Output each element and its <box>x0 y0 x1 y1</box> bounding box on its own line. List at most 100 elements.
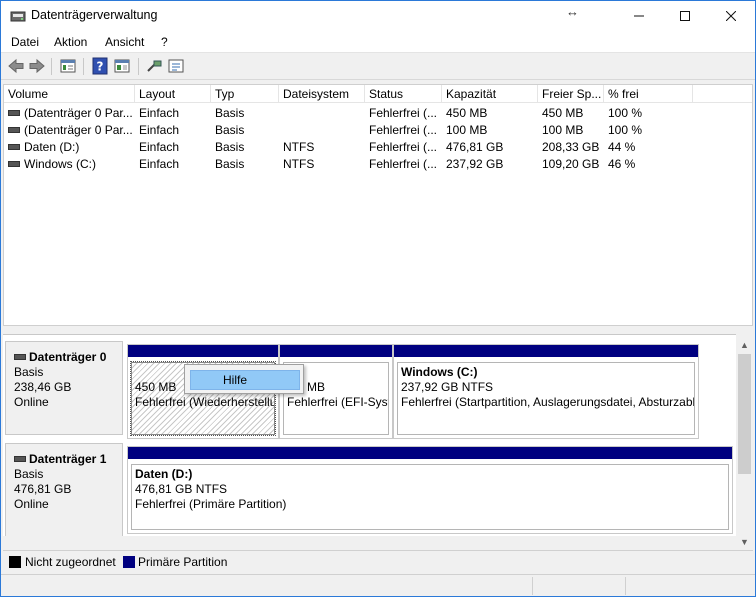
disk-pane-scrollbar[interactable]: ▲ ▼ <box>736 337 753 551</box>
column-header-layout[interactable]: Layout <box>135 85 211 103</box>
legend-swatch-primary <box>123 556 135 568</box>
window-title: Datenträgerverwaltung <box>31 8 158 22</box>
legend-label-unallocated: Nicht zugeordnet <box>25 555 116 569</box>
volume-cell: Windows (C:) <box>8 157 133 171</box>
layout-cell: Einfach <box>139 157 180 171</box>
menu-aktion[interactable]: Aktion <box>54 35 87 49</box>
disk-label-0[interactable]: Datenträger 0 Basis 238,46 GB Online <box>5 341 123 435</box>
partition-body: Daten (D:) 476,81 GB NTFS Fehlerfrei (Pr… <box>131 464 729 530</box>
connect-icon[interactable] <box>145 57 163 75</box>
status-segment <box>625 577 626 595</box>
typ-cell: Basis <box>215 140 245 154</box>
typ-cell: Basis <box>215 157 245 171</box>
kapazitaet-cell: 476,81 GB <box>446 140 504 154</box>
app-window: Datenträgerverwaltung ↔ Datei Aktion Ans… <box>0 0 756 597</box>
dateisystem-cell: NTFS <box>283 157 315 171</box>
scroll-down-icon[interactable]: ▼ <box>736 534 753 551</box>
title-bar: Datenträgerverwaltung ↔ <box>1 1 755 31</box>
layout-cell: Einfach <box>139 106 180 120</box>
maximize-button[interactable] <box>662 1 708 31</box>
volume-cell: (Datenträger 0 Par... <box>8 123 133 137</box>
table-row[interactable]: (Datenträger 0 Par... Einfach Basis Fehl… <box>4 122 752 139</box>
disk-size: 476,81 GB <box>14 482 72 496</box>
disk-icon <box>14 353 26 360</box>
prozent-frei-cell: 46 % <box>608 157 636 171</box>
freier-speicher-cell: 450 MB <box>542 106 584 120</box>
column-header-volume[interactable]: Volume <box>4 85 135 103</box>
freier-speicher-cell: 100 MB <box>542 123 584 137</box>
legend: Nicht zugeordnet Primäre Partition <box>3 550 753 572</box>
volume-list-header: Volume Layout Typ Dateisystem Status Kap… <box>4 85 752 103</box>
column-header-dateisystem[interactable]: Dateisystem <box>279 85 365 103</box>
disk-label-1[interactable]: Datenträger 1 Basis 476,81 GB Online <box>5 443 123 536</box>
partition-color-bar <box>394 345 698 357</box>
help-icon[interactable]: ? <box>91 57 109 75</box>
kapazitaet-cell: 450 MB <box>446 106 488 120</box>
disk-graphical-view: Datenträger 0 Basis 238,46 GB Online 450… <box>3 334 736 536</box>
volume-cell: (Datenträger 0 Par... <box>8 106 133 120</box>
column-header-status[interactable]: Status <box>365 85 442 103</box>
partition-name: Windows (C:) <box>401 365 478 379</box>
legend-label-primary: Primäre Partition <box>138 555 228 569</box>
disk-type: Basis <box>14 467 44 481</box>
partition-status: Fehlerfrei (Startpartition, Auslagerungs… <box>401 395 695 409</box>
partition-color-bar <box>128 345 278 357</box>
close-button[interactable] <box>708 1 754 31</box>
menu-bar: Datei Aktion Ansicht ? <box>1 31 755 53</box>
column-header-prozent-frei[interactable]: % frei <box>604 85 693 103</box>
settings-list-icon[interactable] <box>167 57 185 75</box>
console-tree-icon[interactable] <box>113 57 131 75</box>
scroll-thumb[interactable] <box>738 354 751 474</box>
disk-management-app-icon <box>10 11 26 22</box>
partition-daten-d[interactable]: Daten (D:) 476,81 GB NTFS Fehlerfrei (Pr… <box>127 446 733 534</box>
menu-datei[interactable]: Datei <box>11 35 39 49</box>
toolbar-separator <box>83 58 84 75</box>
column-header-freier-speicher[interactable]: Freier Sp... <box>538 85 604 103</box>
kapazitaet-cell: 100 MB <box>446 123 488 137</box>
minimize-button[interactable] <box>616 1 662 31</box>
partition-body: Windows (C:) 237,92 GB NTFS Fehlerfrei (… <box>397 362 695 435</box>
partition-status: Fehlerfrei (Wiederherstellu <box>135 395 275 409</box>
drive-icon <box>8 109 20 116</box>
toolbar: ? <box>1 54 755 80</box>
partition-status: Fehlerfrei (EFI-Syst <box>287 395 389 409</box>
partition-size: 476,81 GB NTFS <box>135 482 228 496</box>
disk-icon <box>14 455 26 462</box>
legend-swatch-unallocated <box>9 556 21 568</box>
partition-color-bar <box>128 447 732 459</box>
partition-name: Daten (D:) <box>135 467 193 481</box>
layout-cell: Einfach <box>139 123 180 137</box>
disk-state: Online <box>14 395 49 409</box>
back-arrow-icon[interactable] <box>7 57 25 75</box>
table-row[interactable]: Daten (D:) Einfach Basis NTFS Fehlerfrei… <box>4 139 752 156</box>
partition-windows-c[interactable]: Windows (C:) 237,92 GB NTFS Fehlerfrei (… <box>393 344 699 439</box>
status-cell: Fehlerfrei (... <box>369 106 438 120</box>
menu-help[interactable]: ? <box>161 35 168 49</box>
disk-type: Basis <box>14 365 44 379</box>
properties-icon[interactable] <box>59 57 77 75</box>
table-row[interactable]: (Datenträger 0 Par... Einfach Basis Fehl… <box>4 105 752 122</box>
volume-cell: Daten (D:) <box>8 140 133 154</box>
drive-icon <box>8 126 20 133</box>
column-header-kapazitaet[interactable]: Kapazität <box>442 85 538 103</box>
context-menu-hilfe[interactable]: Hilfe <box>190 370 300 390</box>
table-row[interactable]: Windows (C:) Einfach Basis NTFS Fehlerfr… <box>4 156 752 173</box>
partition-color-bar <box>280 345 392 357</box>
resize-arrows-icon: ↔ <box>566 4 579 19</box>
toolbar-separator <box>51 58 52 75</box>
volume-list[interactable]: Volume Layout Typ Dateisystem Status Kap… <box>3 84 753 326</box>
dateisystem-cell: NTFS <box>283 140 315 154</box>
status-bar <box>1 574 755 596</box>
disk-state: Online <box>14 497 49 511</box>
forward-arrow-icon[interactable] <box>28 57 46 75</box>
prozent-frei-cell: 100 % <box>608 106 643 120</box>
freier-speicher-cell: 109,20 GB <box>542 157 600 171</box>
drive-icon <box>8 143 20 150</box>
svg-text:?: ? <box>97 60 104 74</box>
menu-ansicht[interactable]: Ansicht <box>105 35 144 49</box>
scroll-up-icon[interactable]: ▲ <box>736 337 753 354</box>
column-header-typ[interactable]: Typ <box>211 85 279 103</box>
freier-speicher-cell: 208,33 GB <box>542 140 600 154</box>
disk-row-0: Datenträger 0 Basis 238,46 GB Online 450… <box>3 339 736 439</box>
status-cell: Fehlerfrei (... <box>369 157 438 171</box>
